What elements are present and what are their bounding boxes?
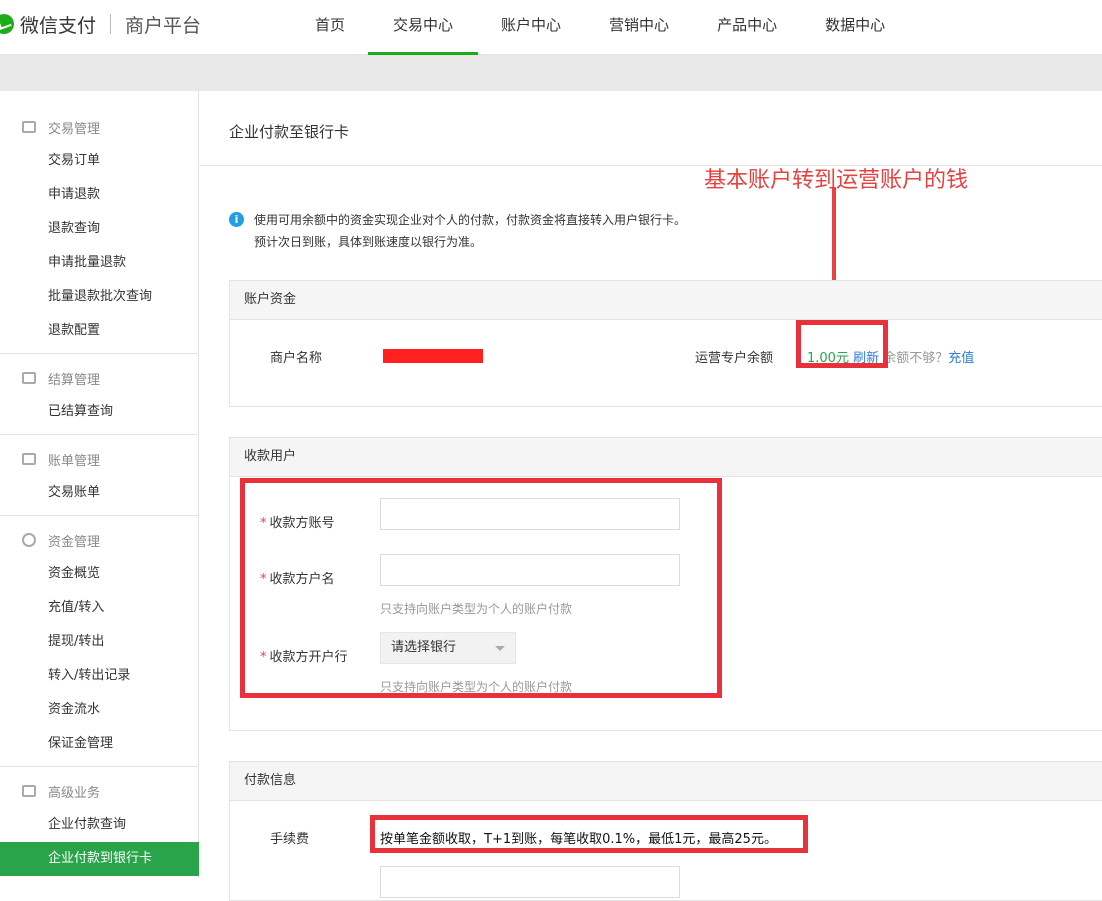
info-icon: i (229, 212, 244, 227)
calculator-icon (22, 372, 36, 384)
account-funds-panel: 账户资金 商户名称 运营专户余额 1.00元 刷新 余额不够？充值 (229, 280, 1102, 407)
sidebar-item-refund-query[interactable]: 退款查询 (0, 212, 199, 246)
sidebar-divider (0, 766, 199, 767)
logo-divider (110, 14, 112, 34)
notice-line: 预计次日到账，具体到账速度以银行为准。 (254, 235, 483, 249)
nav-marketing-center[interactable]: 营销中心 (609, 0, 669, 55)
sidebar-group-settlement[interactable]: 结算管理 (0, 361, 199, 395)
sidebar-item-trade-orders[interactable]: 交易订单 (0, 144, 199, 178)
notice: i 使用可用余额中的资金实现企业对个人的付款，付款资金将直接转入用户银行卡。 预… (229, 209, 686, 253)
logo[interactable]: 微信支付 商户平台 (0, 12, 202, 37)
sidebar-divider (0, 515, 199, 516)
sidebar-item-settled-query[interactable]: 已结算查询 (0, 395, 199, 429)
sidebar-divider (0, 353, 199, 354)
payee-panel: 收款用户 * 收款方账号 * 收款方户名 只支持向账户类型为个人的账户付款 * 收款方… (229, 437, 1102, 731)
sidebar-item-refund-config[interactable]: 退款配置 (0, 314, 199, 348)
sidebar-item-trade-bill[interactable]: 交易账单 (0, 476, 199, 510)
annotation-label: 基本账户转到运营账户的钱 (704, 168, 969, 193)
money-bag-icon (22, 533, 36, 547)
sidebar-group-label: 资金管理 (48, 534, 101, 550)
sub-header-bar (0, 55, 1102, 91)
page-title: 企业付款至银行卡 (229, 123, 350, 141)
top-bar: 微信支付 商户平台 首页 交易中心 账户中心 营销中心 产品中心 数据中心 (0, 0, 1102, 55)
fee-label: 手续费 (270, 832, 310, 847)
sidebar-item-pay-to-bank[interactable]: 企业付款到银行卡 (0, 842, 199, 876)
highlight-box (796, 320, 888, 368)
platform-name: 商户平台 (125, 14, 202, 37)
sidebar-group-label: 结算管理 (48, 372, 101, 388)
sidebar-group-label: 账单管理 (48, 453, 101, 469)
highlight-box (240, 478, 722, 698)
nav-account-center[interactable]: 账户中心 (501, 0, 561, 55)
main-content: 企业付款至银行卡 基本账户转到运营账户的钱 i 使用可用余额中的资金实现企业对个… (199, 91, 1102, 901)
sidebar-item-transfer-records[interactable]: 转入/转出记录 (0, 659, 199, 693)
sidebar-group-label: 交易管理 (48, 121, 101, 137)
panel-header: 付款信息 (230, 762, 1102, 801)
sidebar: 交易管理 交易订单 申请退款 退款查询 申请批量退款 批量退款批次查询 退款配置… (0, 91, 199, 878)
sidebar-item-batch-refund[interactable]: 申请批量退款 (0, 246, 199, 280)
panel-header: 收款用户 (230, 438, 1102, 477)
wechat-pay-logo-icon (0, 14, 14, 34)
yen-icon (22, 453, 36, 465)
sidebar-group-bills[interactable]: 账单管理 (0, 442, 199, 476)
main-nav: 首页 交易中心 账户中心 营销中心 产品中心 数据中心 (315, 0, 885, 55)
brand-name: 微信支付 (20, 14, 97, 37)
sidebar-item-funds-overview[interactable]: 资金概览 (0, 557, 199, 591)
nav-trade-center[interactable]: 交易中心 (368, 0, 479, 55)
sidebar-item-withdraw[interactable]: 提现/转出 (0, 625, 199, 659)
insufficient-text: 余额不够？ (883, 351, 949, 366)
notice-line: 使用可用余额中的资金实现企业对个人的付款，付款资金将直接转入用户银行卡。 (254, 213, 687, 227)
recharge-link[interactable]: 充值 (948, 351, 974, 366)
nav-product-center[interactable]: 产品中心 (717, 0, 777, 55)
nav-home[interactable]: 首页 (315, 0, 345, 55)
sidebar-divider (0, 434, 199, 435)
sidebar-group-advanced[interactable]: 高级业务 (0, 774, 199, 808)
sidebar-item-recharge[interactable]: 充值/转入 (0, 591, 199, 625)
panel-header: 账户资金 (230, 281, 1102, 320)
balance-label: 运营专户余额 (695, 351, 774, 366)
sidebar-item-batch-refund-query[interactable]: 批量退款批次查询 (0, 280, 199, 314)
sidebar-item-apply-refund[interactable]: 申请退款 (0, 178, 199, 212)
sidebar-item-deposit[interactable]: 保证金管理 (0, 727, 199, 761)
nav-data-center[interactable]: 数据中心 (825, 0, 885, 55)
layers-icon (22, 785, 36, 797)
merchant-name-label: 商户名称 (270, 351, 323, 366)
card-icon (22, 121, 36, 133)
highlight-box (370, 815, 808, 853)
redacted-merchant-name (383, 349, 483, 363)
sidebar-item-fund-flow[interactable]: 资金流水 (0, 693, 199, 727)
payment-info-panel: 付款信息 手续费 按单笔金额收取，T+1到账，每笔收取0.1%，最低1元，最高2… (229, 761, 1102, 901)
sidebar-item-payment-query[interactable]: 企业付款查询 (0, 808, 199, 842)
sidebar-group-label: 高级业务 (48, 785, 101, 801)
sidebar-group-funds[interactable]: 资金管理 (0, 523, 199, 557)
payment-amount-input[interactable] (380, 866, 680, 898)
sidebar-group-trade[interactable]: 交易管理 (0, 110, 199, 144)
